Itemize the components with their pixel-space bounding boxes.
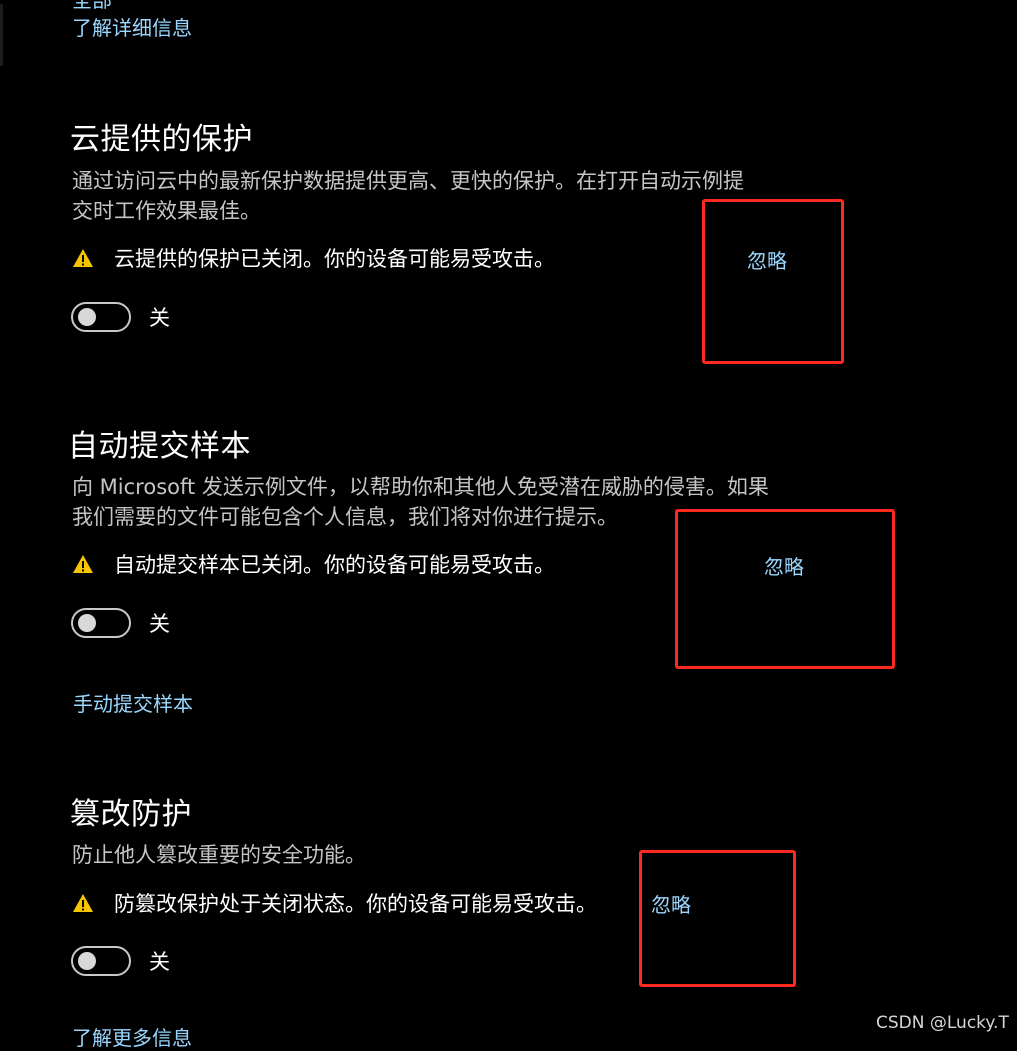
sample-submission-desc-line2: 我们需要的文件可能包含个人信息，我们将对你进行提示。 xyxy=(72,505,618,529)
tamper-protection-warning: 防篡改保护处于关闭状态。你的设备可能易受攻击。 xyxy=(72,888,597,918)
toggle-knob xyxy=(78,614,96,632)
sample-submission-warning: 自动提交样本已关闭。你的设备可能易受攻击。 xyxy=(72,549,555,579)
annotation-box xyxy=(702,199,844,364)
learn-more-link[interactable]: 了解详细信息 xyxy=(72,12,192,41)
learn-more-info-link[interactable]: 了解更多信息 xyxy=(72,1022,192,1051)
annotation-box xyxy=(675,509,895,669)
tamper-protection-toggle-row: 关 xyxy=(71,946,170,976)
watermark: CSDN @Lucky.T xyxy=(876,1013,1009,1033)
warning-triangle-icon xyxy=(73,249,93,267)
cloud-protection-toggle[interactable] xyxy=(71,302,131,332)
warning-triangle-icon xyxy=(73,894,93,912)
toggle-knob xyxy=(78,952,96,970)
warning-triangle-icon xyxy=(73,555,93,573)
tamper-protection-title: 篡改防护 xyxy=(70,797,192,832)
cloud-protection-warning: 云提供的保护已关闭。你的设备可能易受攻击。 xyxy=(72,243,555,273)
sample-submission-description: 向 Microsoft 发送示例文件，以帮助你和其他人免受潜在威胁的侵害。如果 … xyxy=(72,472,769,532)
cloud-protection-title: 云提供的保护 xyxy=(70,122,253,157)
cloud-protection-toggle-label: 关 xyxy=(149,306,170,330)
cloud-protection-toggle-row: 关 xyxy=(71,302,170,332)
cloud-protection-warning-text: 云提供的保护已关闭。你的设备可能易受攻击。 xyxy=(114,247,555,271)
sample-submission-title: 自动提交样本 xyxy=(68,429,251,464)
scroll-edge xyxy=(0,4,3,66)
sample-submission-desc-line1: 向 Microsoft 发送示例文件，以帮助你和其他人免受潜在威胁的侵害。如果 xyxy=(72,475,769,499)
tamper-protection-toggle[interactable] xyxy=(71,946,131,976)
cloud-protection-desc-line2: 交时工作效果最佳。 xyxy=(72,199,261,223)
sample-submission-warning-text: 自动提交样本已关闭。你的设备可能易受攻击。 xyxy=(114,553,555,577)
sample-submission-toggle[interactable] xyxy=(71,608,131,638)
tamper-protection-description: 防止他人篡改重要的安全功能。 xyxy=(72,843,366,867)
tamper-protection-toggle-label: 关 xyxy=(149,950,170,974)
annotation-box xyxy=(639,850,796,987)
manual-submit-sample-link[interactable]: 手动提交样本 xyxy=(73,688,193,717)
toggle-knob xyxy=(78,308,96,326)
cloud-protection-description: 通过访问云中的最新保护数据提供更高、更快的保护。在打开自动示例提 交时工作效果最… xyxy=(72,166,744,226)
sample-submission-toggle-row: 关 xyxy=(71,608,170,638)
cloud-protection-desc-line1: 通过访问云中的最新保护数据提供更高、更快的保护。在打开自动示例提 xyxy=(72,169,744,193)
sample-submission-toggle-label: 关 xyxy=(149,612,170,636)
tamper-protection-warning-text: 防篡改保护处于关闭状态。你的设备可能易受攻击。 xyxy=(114,892,597,916)
